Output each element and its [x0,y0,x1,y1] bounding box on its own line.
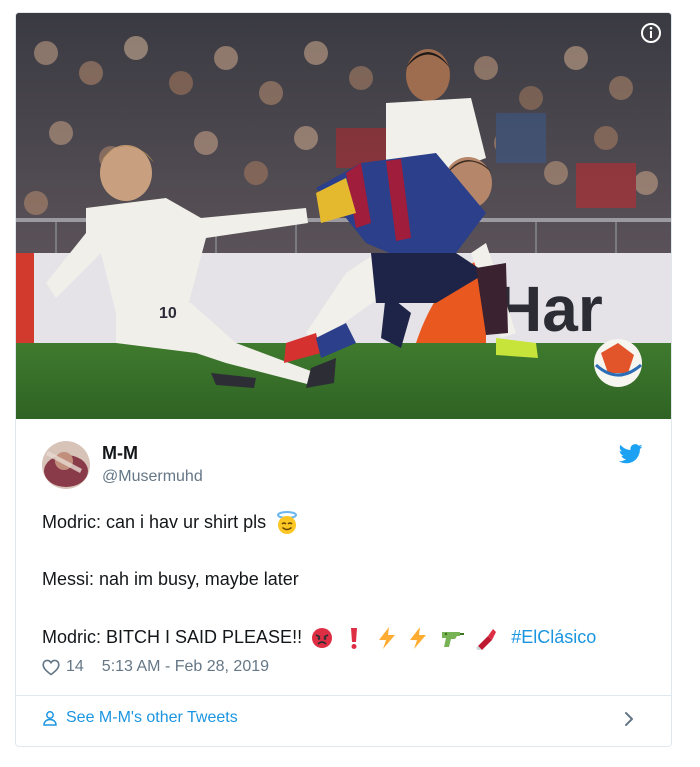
svg-text:10: 10 [159,305,177,322]
tweet-line-2-text: Messi: nah im busy, maybe later [42,569,299,589]
tweet-line-2: Messi: nah im busy, maybe later [42,569,299,590]
twitter-bird-icon[interactable] [619,443,643,465]
chevron-right-icon[interactable] [621,710,637,728]
heart-icon[interactable] [42,659,60,676]
user-handle[interactable]: @Musermuhd [102,468,203,486]
avatar[interactable] [42,441,90,489]
lightning-icon [379,627,396,649]
lightning-icon [410,627,427,649]
avatar-image [42,441,90,489]
like-count[interactable]: 14 [66,658,84,676]
tweet-line-3: Modric: BITCH I SAID PLEASE!! #ElClásico [42,626,596,650]
halo-face-icon [277,511,298,534]
divider [16,695,671,696]
info-icon[interactable] [640,22,662,44]
exclamation-mark-icon [351,628,358,649]
football-match-photo: Har 10 [16,13,671,419]
tweet-meta: 14 5:13 AM - Feb 28, 2019 [42,658,269,676]
hashtag-link[interactable]: #ElClásico [511,627,596,647]
pouting-face-icon [312,628,333,648]
display-name[interactable]: M-M [102,443,138,464]
see-other-tweets-link[interactable]: See M-M's other Tweets [42,709,238,727]
tweet-timestamp[interactable]: 5:13 AM - Feb 28, 2019 [102,658,269,676]
tweet-card: Har 10 M-M @Musermuhd Modric: can i hav … [15,12,672,747]
tweet-line-1-text: Modric: can i hav ur shirt pls [42,511,267,532]
tweet-line-3-text: Modric: BITCH I SAID PLEASE!! [42,626,303,647]
lipstick-icon [476,629,497,650]
person-icon [43,711,57,726]
tweet-photo[interactable]: Har 10 [16,13,671,419]
tweet-line-1: Modric: can i hav ur shirt pls [42,511,300,535]
see-other-tweets-label: See M-M's other Tweets [66,709,238,726]
water-pistol-icon [442,632,465,647]
